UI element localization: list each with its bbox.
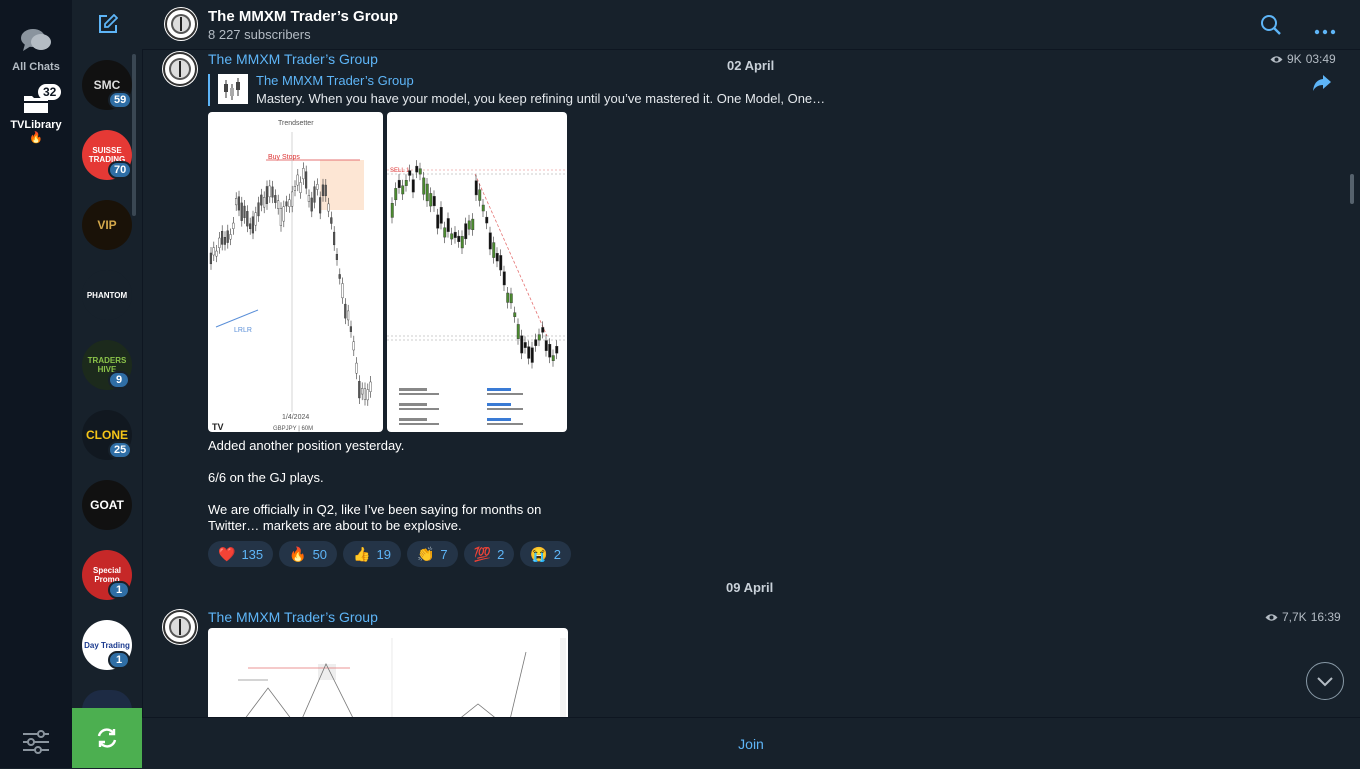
refresh-icon	[97, 728, 117, 748]
folder-sidebar: All Chats 32 TVLibrary 🔥	[0, 0, 72, 768]
reaction-fire[interactable]: 🔥 50	[279, 541, 338, 567]
more-options-button[interactable]	[1314, 22, 1336, 40]
views-icon	[1270, 55, 1283, 63]
folder-label: TVLibrary	[10, 119, 62, 131]
image1-note: Buy Stops	[268, 154, 300, 161]
chat-avatar[interactable]: PHANTOM	[82, 270, 132, 320]
unread-badge: 9	[108, 371, 130, 389]
tradingview-logo: TV	[212, 422, 224, 432]
folder-badge: 32	[38, 84, 62, 100]
date-separator: 02 April	[727, 58, 775, 73]
forwarded-block[interactable]: The MMXM Trader’s Group Mastery. When yo…	[208, 73, 910, 106]
forward-text: Mastery. When you have your model, you k…	[256, 91, 826, 106]
chart-image-3[interactable]	[208, 628, 568, 717]
chat-header: The MMXM Trader’s Group 8 227 subscriber…	[142, 0, 1360, 50]
image2-note: SELL 1	[390, 168, 410, 174]
refresh-button[interactable]	[72, 708, 142, 768]
edit-icon	[99, 13, 119, 33]
view-count: 9K	[1287, 52, 1302, 66]
composer-bar: Join	[142, 717, 1360, 769]
message-avatar[interactable]	[162, 609, 198, 645]
reaction-crying[interactable]: 😭 2	[520, 541, 571, 567]
chat-avatar-partial[interactable]	[82, 690, 132, 710]
view-count: 7,7K	[1282, 610, 1307, 624]
message-time: 16:39	[1310, 610, 1341, 624]
views-icon	[1265, 613, 1278, 621]
channel-avatar[interactable]	[164, 7, 198, 41]
channel-logo-icon	[163, 52, 197, 86]
message-line-3: We are officially in Q2, like I’ve been …	[208, 502, 542, 533]
search-icon	[1261, 15, 1281, 35]
forward-thumbnail	[218, 74, 248, 104]
chat-avatar[interactable]: VIP	[82, 200, 132, 250]
channel-logo-icon	[163, 610, 197, 644]
folder-tvlibrary[interactable]: 32 TVLibrary 🔥	[0, 84, 72, 144]
message-line-2: 6/6 on the GJ plays.	[208, 470, 324, 485]
share-button[interactable]	[1312, 74, 1332, 97]
reactions: ❤️ 135 🔥 50 👍 19 👏 7 💯 2 😭 2	[208, 541, 571, 567]
scroll-down-button[interactable]	[1306, 662, 1344, 700]
sliders-icon	[23, 730, 49, 754]
message-meta: 9K 03:49	[1270, 52, 1336, 66]
image1-date: 1/4/2024	[282, 414, 309, 421]
chatlist-scrollbar[interactable]	[132, 54, 136, 216]
message-list: The MMXM Trader’s Group 02 April 9K 03:4…	[142, 50, 1360, 717]
settings-button[interactable]	[20, 728, 52, 756]
image1-title: Trendsetter	[278, 120, 314, 127]
messages-scrollbar[interactable]	[1350, 174, 1354, 204]
unread-badge: 1	[108, 581, 130, 599]
date-separator: 09 April	[726, 580, 774, 595]
share-arrow-icon	[1313, 75, 1331, 91]
message-author[interactable]: The MMXM Trader’s Group	[208, 609, 378, 625]
chats-icon	[21, 29, 51, 51]
folder-emoji: 🔥	[29, 132, 43, 144]
reaction-thumbs-up[interactable]: 👍 19	[343, 541, 401, 567]
unread-badge: 25	[108, 441, 133, 459]
unread-badge: 1	[108, 651, 130, 669]
image1-symbol: GBPJPY | 60M	[273, 426, 313, 432]
folder-label: All Chats	[12, 61, 60, 73]
message-line-1: Added another position yesterday.	[208, 438, 405, 453]
channel-title[interactable]: The MMXM Trader’s Group	[208, 8, 398, 25]
reaction-hundred[interactable]: 💯 2	[463, 541, 515, 567]
message-time: 03:49	[1305, 52, 1336, 66]
message-author[interactable]: The MMXM Trader’s Group	[208, 51, 378, 67]
chevron-down-icon	[1317, 677, 1333, 687]
search-button[interactable]	[1260, 14, 1282, 41]
reaction-heart[interactable]: ❤️ 135	[208, 541, 274, 567]
unread-badge: 70	[108, 161, 133, 179]
forward-source[interactable]: The MMXM Trader’s Group	[256, 73, 414, 88]
message-meta: 7,7K 16:39	[1265, 610, 1341, 624]
compose-button[interactable]	[98, 13, 119, 34]
folder-all-chats[interactable]: All Chats	[0, 26, 72, 73]
reaction-clap[interactable]: 👏 7	[406, 541, 458, 567]
chat-avatar[interactable]: GOAT	[82, 480, 132, 530]
more-icon	[1314, 29, 1336, 35]
channel-logo-icon	[165, 8, 197, 40]
join-button[interactable]: Join	[732, 735, 770, 753]
chart-image-2[interactable]: SELL 1	[387, 112, 567, 432]
chart-image-1[interactable]: Trendsetter Buy Stops LRLR 1/4/2024 GBPJ…	[208, 112, 383, 432]
subscriber-count: 8 227 subscribers	[208, 27, 311, 42]
image1-label: LRLR	[234, 327, 252, 334]
chat-list: SMC 59 SUISSE TRADING 70 VIP PHANTOM TRADERS H…	[72, 0, 143, 768]
message-avatar[interactable]	[162, 51, 198, 87]
unread-badge: 59	[108, 91, 133, 109]
